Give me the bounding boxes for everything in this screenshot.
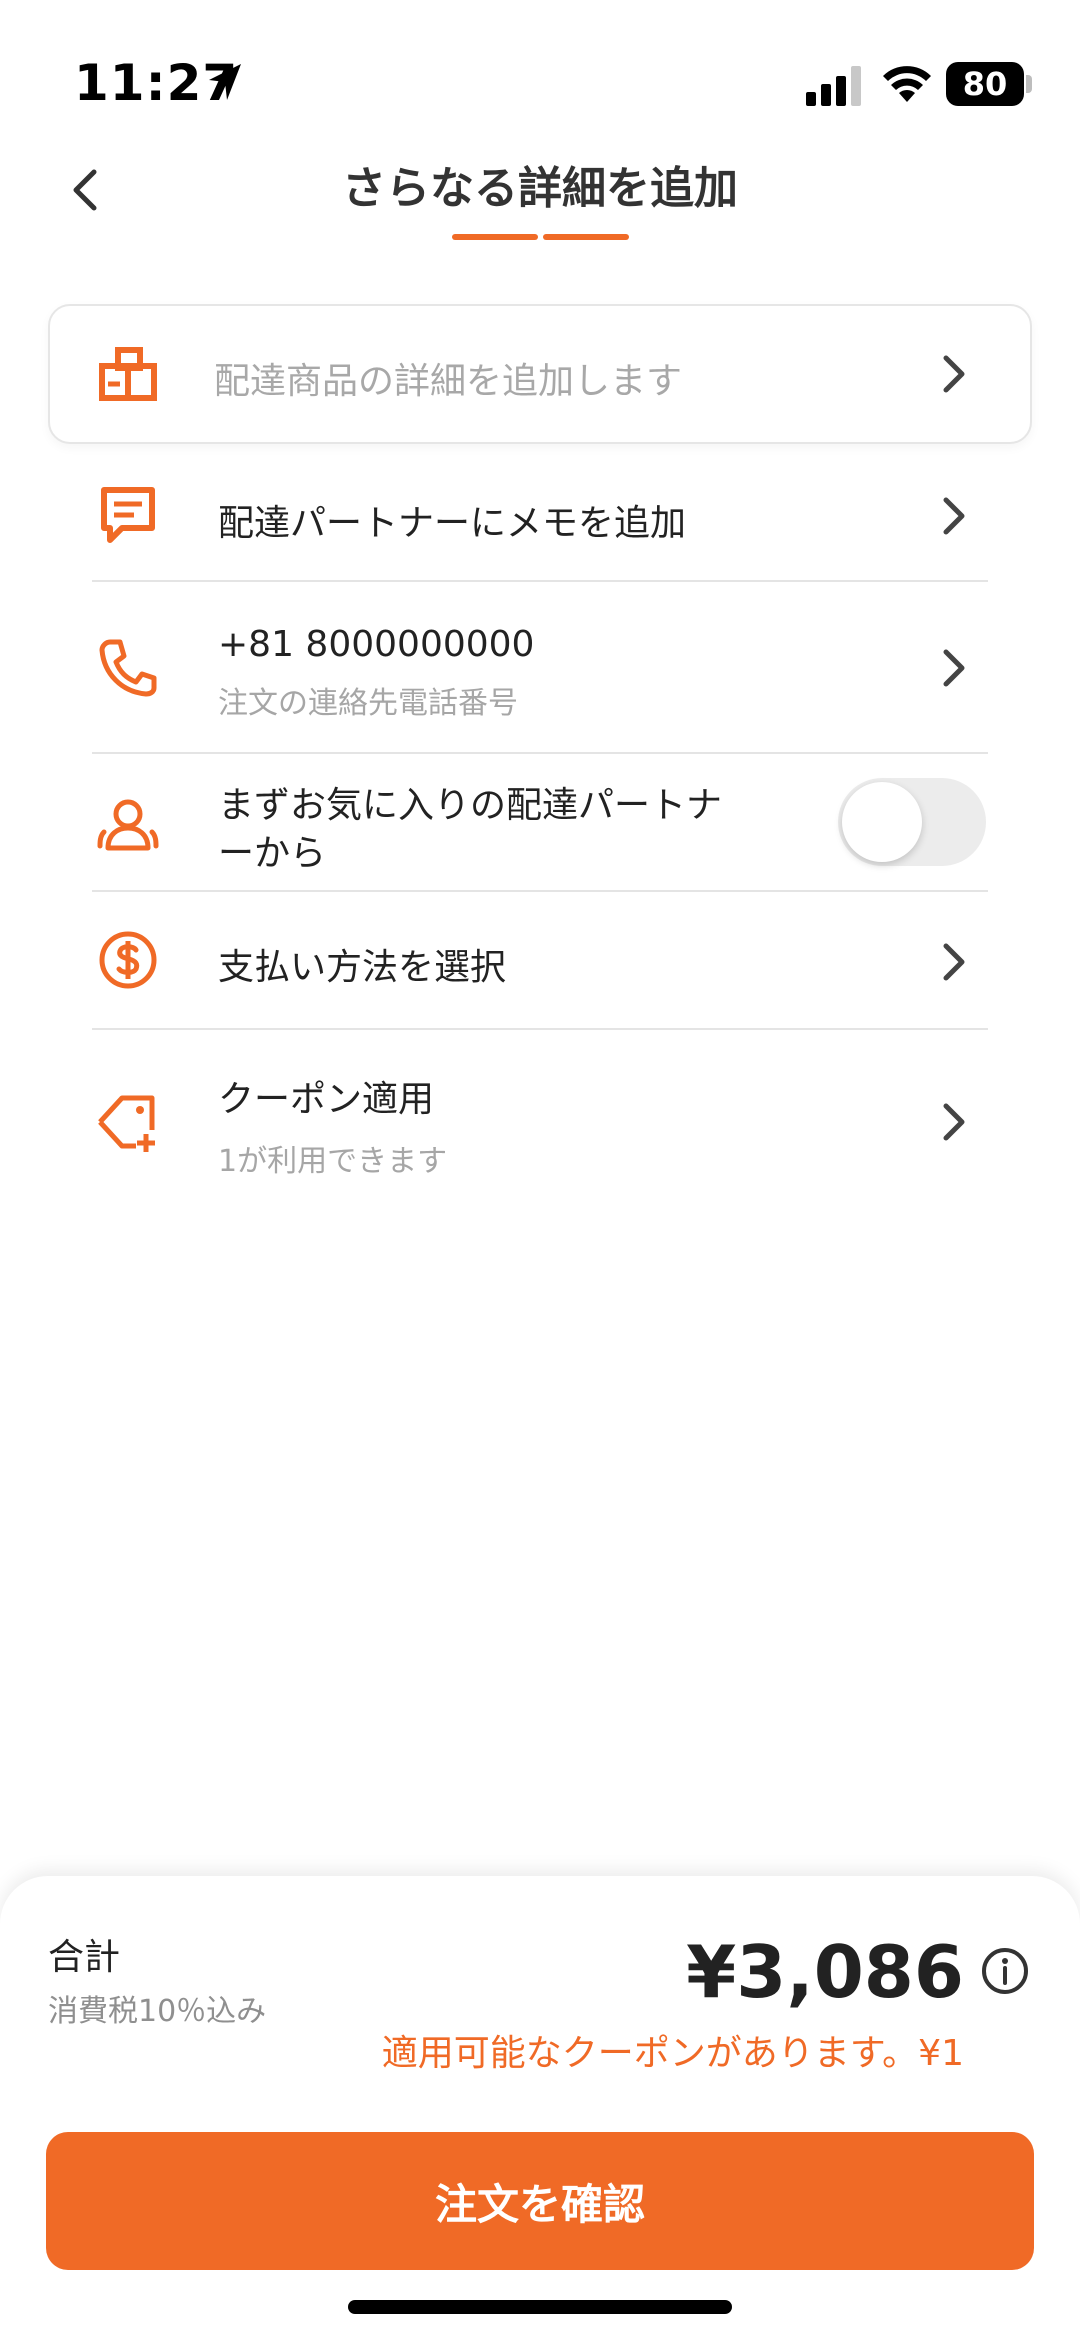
item-details-label: 配達商品の詳細を追加します xyxy=(214,361,683,402)
toggle-knob xyxy=(842,782,922,862)
chevron-right-icon xyxy=(943,1103,965,1141)
location-arrow-icon xyxy=(209,64,241,100)
partners-icon xyxy=(97,799,159,851)
page: 11:27 80 さらなる詳細を追加 配達商品の詳細を追加します 配達パートナー… xyxy=(0,0,1080,2338)
dollar-icon xyxy=(99,931,157,989)
phone-number: +81 8000000000 xyxy=(218,624,535,665)
page-title: さらなる詳細を追加 xyxy=(342,163,738,214)
chevron-right-icon xyxy=(943,355,965,393)
phone-sublabel: 注文の連絡先電話番号 xyxy=(218,686,518,721)
info-icon[interactable] xyxy=(980,1946,1030,1996)
tax-note: 消費税10％込み xyxy=(48,1994,267,2029)
phone-row[interactable] xyxy=(0,582,1080,752)
chat-icon xyxy=(101,487,155,543)
chevron-right-icon xyxy=(943,943,965,981)
signal-icon xyxy=(806,66,861,106)
total-label: 合計 xyxy=(48,1937,121,1978)
progress-step-1 xyxy=(452,234,538,240)
coupon-label: クーポン適用 xyxy=(218,1079,435,1120)
payment-method-label: 支払い方法を選択 xyxy=(218,947,507,988)
battery-cap xyxy=(1026,75,1032,93)
total-amount: ¥3,086 xyxy=(686,1930,964,2014)
favorite-partner-label-line1: まずお気に入りの配達パートナ xyxy=(218,785,723,826)
progress-step-2 xyxy=(543,234,629,240)
coupon-sublabel: 1が利用できます xyxy=(218,1144,448,1179)
package-icon xyxy=(99,347,157,401)
coupon-available-note: 適用可能なクーポンがあります。¥1 xyxy=(381,2033,964,2074)
coupon-row[interactable] xyxy=(0,1030,1080,1210)
phone-icon xyxy=(99,639,157,697)
chevron-right-icon xyxy=(943,649,965,687)
favorite-partner-label-line2: ーから xyxy=(218,833,327,874)
home-indicator xyxy=(348,2300,732,2314)
chevron-right-icon xyxy=(943,497,965,535)
memo-label: 配達パートナーにメモを追加 xyxy=(218,503,687,544)
wifi-icon xyxy=(883,66,931,102)
coupon-tag-icon xyxy=(98,1095,155,1152)
confirm-order-button[interactable]: 注文を確認 xyxy=(46,2132,1034,2270)
battery-indicator: 80 xyxy=(946,62,1024,106)
status-bar: 11:27 80 xyxy=(0,0,1080,150)
payment-method-row[interactable] xyxy=(0,892,1080,1028)
favorite-partner-toggle[interactable] xyxy=(838,778,986,866)
